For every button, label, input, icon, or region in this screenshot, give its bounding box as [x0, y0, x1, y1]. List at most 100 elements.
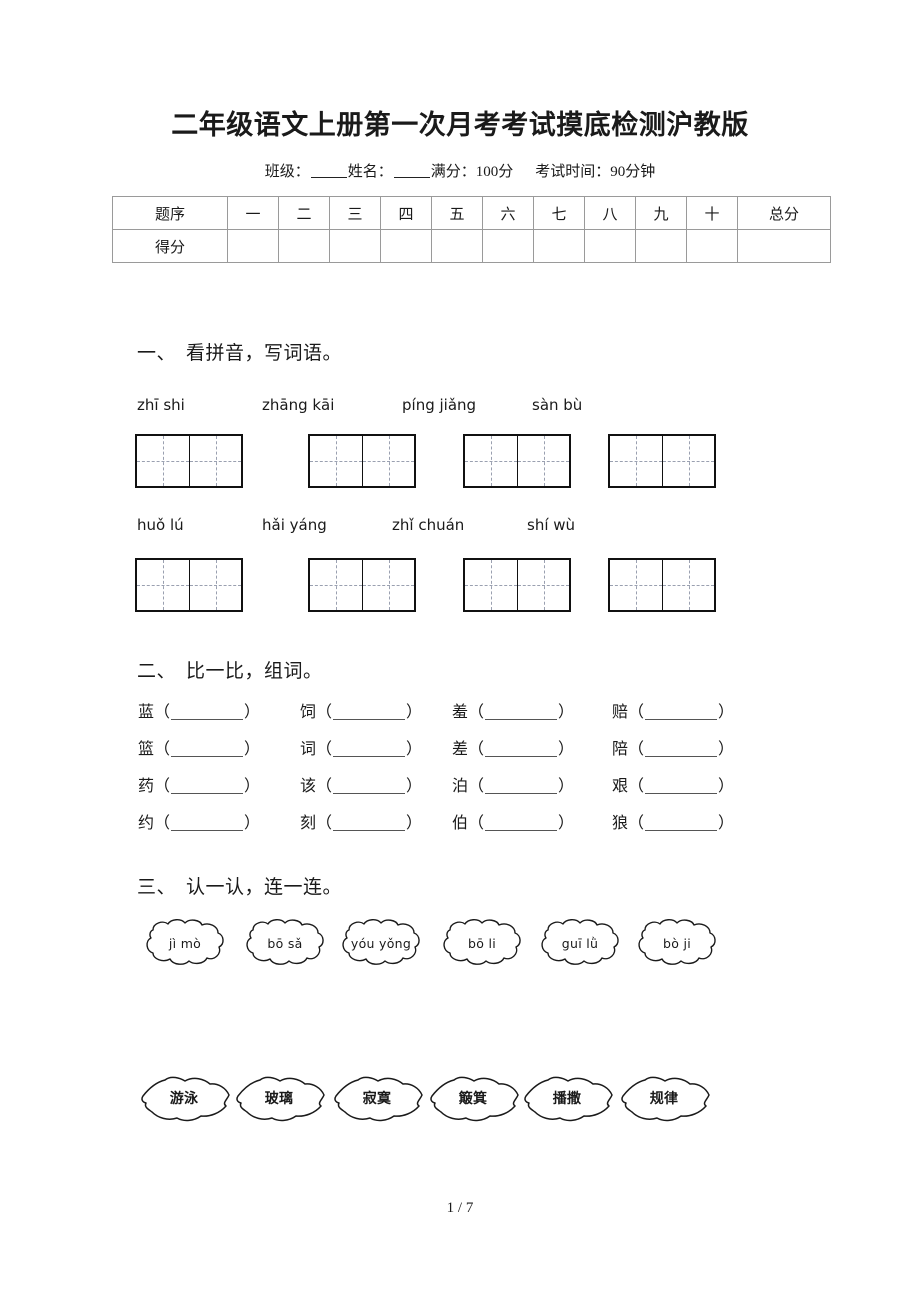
answer-blank[interactable] [645, 719, 718, 720]
word-blank-3-4[interactable]: 艰（） [612, 779, 734, 795]
exam-info-line: 班级： 姓名： 满分：100分 考试时间：90分钟 [0, 160, 920, 181]
tianzige-cell[interactable] [610, 436, 662, 486]
full-marks-label: 满分：100分 [430, 164, 514, 180]
tianzige-cell[interactable] [189, 560, 241, 610]
answer-blank[interactable] [645, 793, 718, 794]
tianzige-cell[interactable] [662, 436, 714, 486]
tianzige-cell[interactable] [465, 560, 517, 610]
pinyin-cloud-5[interactable]: guī lǜ [534, 917, 626, 969]
pinyin-cloud-6[interactable]: bò ji [631, 917, 723, 969]
header-cell-6: 六 [482, 196, 534, 230]
leaf-label: 播撒 [552, 1092, 582, 1107]
word-blank-2-2[interactable]: 词（） [300, 742, 422, 758]
word-leaf-5[interactable]: 播撒 [523, 1073, 615, 1125]
section-heading-2: 二、 比一比，组词。 [137, 656, 323, 683]
word-blank-3-3[interactable]: 泊（） [452, 779, 574, 795]
answer-blank[interactable] [645, 756, 718, 757]
section-index-2: 二、 [137, 661, 177, 682]
tianzige-cell[interactable] [189, 436, 241, 486]
word-blank-1-1[interactable]: 蓝（） [138, 705, 260, 721]
score-cell-6[interactable] [482, 229, 534, 263]
tianzige-box-1[interactable] [135, 434, 243, 488]
word-leaf-6[interactable]: 规律 [620, 1073, 712, 1125]
word-blank-4-1[interactable]: 约（） [138, 816, 260, 832]
answer-blank[interactable] [485, 830, 558, 831]
table-row-question-index: 题序 一 二 三 四 五 六 七 八 九 十 总分 [112, 196, 831, 230]
answer-blank[interactable] [485, 719, 558, 720]
tianzige-box-8[interactable] [608, 558, 716, 612]
answer-blank[interactable] [171, 719, 244, 720]
pinyin-1-3: píng jiǎng [402, 396, 477, 414]
word-blank-1-3[interactable]: 羞（） [452, 705, 574, 721]
answer-blank[interactable] [171, 756, 244, 757]
tianzige-cell[interactable] [465, 436, 517, 486]
pinyin-1-2: zhāng kāi [262, 396, 335, 414]
score-cell-10[interactable] [686, 229, 738, 263]
tianzige-cell[interactable] [137, 436, 189, 486]
pinyin-2-1: huǒ lú [137, 516, 184, 534]
word-blank-1-2[interactable]: 饲（） [300, 705, 422, 721]
word-blank-2-4[interactable]: 陪（） [612, 742, 734, 758]
tianzige-box-7[interactable] [463, 558, 571, 612]
header-cell-5: 五 [431, 196, 483, 230]
answer-blank[interactable] [171, 793, 244, 794]
tianzige-cell[interactable] [362, 560, 414, 610]
score-cell-5[interactable] [431, 229, 483, 263]
pinyin-cloud-1[interactable]: jì mò [139, 917, 231, 969]
word-blank-3-1[interactable]: 药（） [138, 779, 260, 795]
tianzige-cell[interactable] [517, 560, 569, 610]
section-title-1: 看拼音，写词语。 [186, 343, 343, 364]
score-cell-4[interactable] [380, 229, 432, 263]
answer-blank[interactable] [485, 756, 558, 757]
score-cell-total[interactable] [737, 229, 831, 263]
word-blank-1-4[interactable]: 赔（） [612, 705, 734, 721]
score-cell-3[interactable] [329, 229, 381, 263]
score-cell-1[interactable] [227, 229, 279, 263]
name-label: 姓名： [347, 164, 393, 180]
tianzige-box-2[interactable] [308, 434, 416, 488]
cloud-label: bō li [467, 935, 496, 951]
header-cell-2: 二 [278, 196, 330, 230]
tianzige-box-5[interactable] [135, 558, 243, 612]
exam-time-label: 考试时间：90分钟 [535, 164, 656, 180]
word-leaf-1[interactable]: 游泳 [140, 1073, 232, 1125]
pinyin-cloud-2[interactable]: bō sǎ [239, 917, 331, 969]
tianzige-box-3[interactable] [463, 434, 571, 488]
tianzige-cell[interactable] [610, 560, 662, 610]
score-cell-9[interactable] [635, 229, 687, 263]
word-leaf-2[interactable]: 玻璃 [235, 1073, 327, 1125]
tianzige-box-4[interactable] [608, 434, 716, 488]
tianzige-cell[interactable] [310, 436, 362, 486]
tianzige-cell[interactable] [362, 436, 414, 486]
answer-blank[interactable] [333, 756, 406, 757]
pinyin-cloud-3[interactable]: yóu yǒng [335, 917, 427, 969]
tianzige-cell[interactable] [137, 560, 189, 610]
char-label: 狼 [612, 815, 629, 832]
answer-blank[interactable] [333, 793, 406, 794]
char-label: 篮 [138, 741, 155, 758]
answer-blank[interactable] [333, 719, 406, 720]
word-blank-4-2[interactable]: 刻（） [300, 816, 422, 832]
word-leaf-3[interactable]: 寂寞 [333, 1073, 425, 1125]
word-blank-4-3[interactable]: 伯（） [452, 816, 574, 832]
word-blank-3-2[interactable]: 该（） [300, 779, 422, 795]
tianzige-cell[interactable] [517, 436, 569, 486]
word-blank-4-4[interactable]: 狼（） [612, 816, 734, 832]
tianzige-box-6[interactable] [308, 558, 416, 612]
pinyin-2-3: zhǐ chuán [392, 516, 465, 534]
score-cell-8[interactable] [584, 229, 636, 263]
answer-blank[interactable] [171, 830, 244, 831]
word-leaf-4[interactable]: 簸箕 [429, 1073, 521, 1125]
answer-blank[interactable] [333, 830, 406, 831]
page-number: 1 / 7 [446, 1200, 474, 1216]
tianzige-cell[interactable] [310, 560, 362, 610]
answer-blank[interactable] [485, 793, 558, 794]
pinyin-cloud-4[interactable]: bō li [436, 917, 528, 969]
score-cell-2[interactable] [278, 229, 330, 263]
score-cell-7[interactable] [533, 229, 585, 263]
word-blank-2-1[interactable]: 篮（） [138, 742, 260, 758]
tianzige-cell[interactable] [662, 560, 714, 610]
answer-blank[interactable] [645, 830, 718, 831]
word-blank-2-3[interactable]: 差（） [452, 742, 574, 758]
score-table: 题序 一 二 三 四 五 六 七 八 九 十 总分 得分 [112, 196, 831, 263]
